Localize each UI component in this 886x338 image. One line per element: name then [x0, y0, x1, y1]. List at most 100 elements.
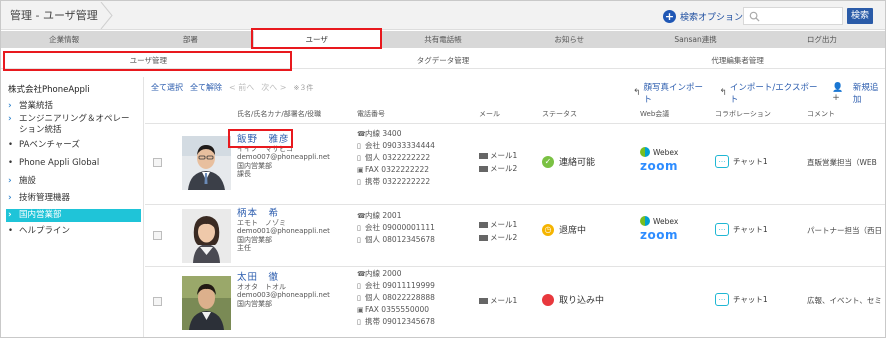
zoom-link[interactable]: zoom: [640, 159, 678, 173]
sidebar-item-label: PAベンチャーズ: [19, 140, 80, 150]
row-checkbox[interactable]: [153, 231, 162, 240]
sidebar-item-engineering[interactable]: › エンジニアリング＆オペレー ション統括: [8, 114, 130, 136]
fax-icon: ▣: [357, 166, 364, 174]
phone-list: ☎内線 2000 ▯ 会社 09011119999 ▯ 個人 08022228888…: [357, 268, 435, 328]
person-kana: イイノ マサヒコ: [237, 145, 293, 153]
phone-item[interactable]: ▯ 個人 08012345678: [357, 234, 435, 246]
table-row[interactable]: 飯野 雅彦 イイノ マサヒコ demo007@phoneappli.net 国内…: [145, 125, 885, 205]
next-arrow-icon: >: [277, 83, 287, 92]
tab-department[interactable]: 部署: [127, 31, 253, 48]
mobile-icon: ▯: [357, 236, 361, 244]
chat-icon: …: [715, 155, 729, 168]
phone-icon: ☎: [357, 212, 366, 220]
chat-link[interactable]: … チャット1: [715, 155, 768, 168]
sidebar-item-facilities[interactable]: › 施設: [8, 176, 36, 187]
webex-link[interactable]: Webex: [640, 147, 678, 157]
chat-link[interactable]: … チャット1: [715, 293, 768, 306]
breadcrumb: 管理 - ユーザ管理: [10, 9, 98, 22]
select-all-link[interactable]: 全て選択: [151, 82, 183, 93]
deselect-all-link[interactable]: 全て解除: [190, 82, 222, 93]
person-name-link[interactable]: 太田 徹: [237, 272, 330, 283]
mail-link[interactable]: メール2: [479, 162, 517, 175]
person-name-link[interactable]: 飯野 雅彦: [237, 134, 330, 145]
tab-company[interactable]: 企業情報: [1, 31, 127, 48]
phone-item[interactable]: ▯ 会社 09011119999: [357, 280, 435, 292]
clock-icon: ◷: [542, 223, 554, 236]
mail-link[interactable]: メール1: [479, 149, 517, 162]
sub-tabs: ユーザ管理 タグデータ管理 代理編集者管理: [1, 53, 885, 69]
phone-item[interactable]: ☎内線 2001: [357, 210, 435, 222]
comment-text: パートナー担当（西日: [807, 226, 882, 235]
mail-link[interactable]: メール2: [479, 231, 517, 244]
envelope-icon: [479, 235, 488, 241]
col-comment: コメント: [807, 110, 835, 118]
tab-sansan[interactable]: Sansan連携: [632, 31, 758, 48]
chat-link[interactable]: … チャット1: [715, 223, 768, 236]
sidebar-item-phone-appli-global[interactable]: • Phone Appli Global: [8, 158, 99, 169]
mail-link[interactable]: メール1: [479, 218, 517, 231]
mobile-icon: ▯: [357, 224, 361, 232]
mail-link[interactable]: メール1: [479, 294, 517, 307]
prev-page-link[interactable]: < 前へ: [229, 82, 254, 93]
phone-item[interactable]: ☎内線 3400: [357, 128, 435, 140]
sidebar-item-helpline[interactable]: • ヘルプライン: [8, 226, 70, 237]
sidebar-item-tech-equipment[interactable]: › 技術管理機器: [8, 193, 70, 204]
sidebar-item-domestic-sales[interactable]: › 国内営業部: [6, 209, 141, 222]
tab-notices[interactable]: お知らせ: [506, 31, 632, 48]
phone-item[interactable]: ▯ 会社 09000001111: [357, 222, 435, 234]
person-kana: エモト ノゾミ: [237, 219, 286, 227]
row-checkbox[interactable]: [153, 297, 162, 306]
next-page-link[interactable]: 次へ >: [261, 82, 286, 93]
envelope-icon: [479, 298, 488, 304]
webex-link[interactable]: Webex: [640, 216, 678, 226]
plus-circle-icon: +: [663, 9, 676, 23]
phone-item[interactable]: ▯ 個人 0322222222: [357, 152, 435, 164]
subtab-tag-data[interactable]: タグデータ管理: [295, 53, 591, 68]
search-option-link[interactable]: + 検索オプション: [663, 9, 743, 23]
mobile-icon: ▯: [357, 154, 361, 162]
phone-item[interactable]: ▯ 携帯 09012345678: [357, 316, 435, 328]
chevron-right-icon: ›: [8, 114, 12, 124]
mobile-icon: ▯: [357, 178, 361, 186]
subtab-proxy-editor[interactable]: 代理編集者管理: [590, 53, 885, 68]
row-checkbox[interactable]: [153, 158, 162, 167]
person-name-link[interactable]: 柄本 希: [237, 208, 330, 219]
col-name[interactable]: 氏名/氏名カナ/部署名/役職: [237, 109, 321, 119]
search-icon: [749, 11, 760, 22]
org-name[interactable]: 株式会社PhoneAppli: [8, 83, 90, 95]
chat-icon: …: [715, 223, 729, 236]
sidebar-item-pa-ventures[interactable]: • PAベンチャーズ: [8, 140, 80, 151]
phone-list: ☎内線 3400 ▯ 会社 09033334444 ▯ 個人 0322222222 …: [357, 128, 435, 188]
phone-item[interactable]: ▯ 個人 08022228888: [357, 292, 435, 304]
sidebar-item-sales[interactable]: › 営業統括: [8, 101, 53, 112]
subtab-user-management[interactable]: ユーザ管理: [1, 53, 296, 68]
search-box: [743, 7, 843, 25]
phone-item[interactable]: ▯ 会社 09033334444: [357, 140, 435, 152]
result-count: ※３件: [293, 83, 314, 92]
zoom-link[interactable]: zoom: [640, 228, 678, 242]
tab-shared-phonebook[interactable]: 共有電話帳: [380, 31, 506, 48]
prev-arrow-icon: <: [229, 83, 239, 92]
list-toolbar: 全て選択 全て解除 < 前へ 次へ > ※３件: [151, 82, 313, 93]
mail-list: メール1 メール2: [479, 149, 517, 175]
phone-item[interactable]: ▯ 携帯 0322222222: [357, 176, 435, 188]
envelope-icon: [479, 153, 488, 159]
phone-item[interactable]: ☎内線 2000: [357, 268, 435, 280]
webex-logo-icon: [640, 147, 650, 157]
tab-log-output[interactable]: ログ出力: [759, 31, 885, 48]
comment-text: 広報、イベント、セミ: [807, 296, 882, 305]
phone-item[interactable]: ▣FAX 0322222222: [357, 164, 435, 176]
tab-users[interactable]: ユーザ: [253, 31, 380, 48]
check-icon: ✓: [542, 155, 554, 168]
search-option-label: 検索オプション: [680, 12, 744, 23]
table-row[interactable]: 柄本 希 エモト ノゾミ demo001@phoneappli.net 国内営業…: [145, 206, 885, 267]
avatar: [182, 136, 231, 190]
breadcrumb-chevron-icon: [100, 2, 113, 29]
phone-item[interactable]: ▣FAX 0355550000: [357, 304, 435, 316]
search-button[interactable]: 検索: [847, 8, 873, 24]
col-mail: メール: [479, 110, 500, 118]
col-phone: 電話番号: [357, 110, 385, 118]
chat-icon: …: [715, 293, 729, 306]
table-row[interactable]: 太田 徹 オオタ トオル demo003@phoneappli.net 国内営業…: [145, 268, 885, 337]
bullet-icon: •: [8, 226, 14, 236]
